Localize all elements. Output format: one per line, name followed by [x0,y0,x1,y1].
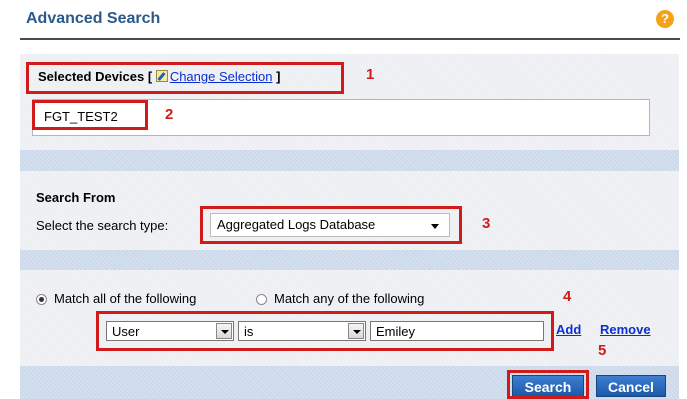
highlight-box-3 [200,206,462,244]
annotation-1: 1 [366,66,375,83]
highlight-box-5 [507,370,589,399]
annotation-2: 2 [165,106,174,123]
annotation-3: 3 [482,215,491,232]
remove-condition-link[interactable]: Remove [600,322,651,337]
page-title: Advanced Search [26,10,161,27]
search-from-heading: Search From [36,190,116,205]
highlight-box-2 [32,100,148,130]
match-all-radio[interactable] [36,294,47,305]
cancel-button[interactable]: Cancel [596,375,666,397]
annotation-4: 4 [563,288,572,305]
section-band [20,150,679,171]
section-band [20,250,679,270]
title-divider [20,38,680,40]
help-icon[interactable]: ? [656,10,674,28]
match-any-radio[interactable] [256,294,267,305]
highlight-box-4 [96,311,554,351]
annotation-5: 5 [598,342,607,359]
add-condition-link[interactable]: Add [556,322,581,337]
highlight-box-1 [26,62,344,94]
search-type-label: Select the search type: [36,218,169,233]
match-all-label: Match all of the following [54,291,197,306]
match-any-label: Match any of the following [274,291,425,306]
